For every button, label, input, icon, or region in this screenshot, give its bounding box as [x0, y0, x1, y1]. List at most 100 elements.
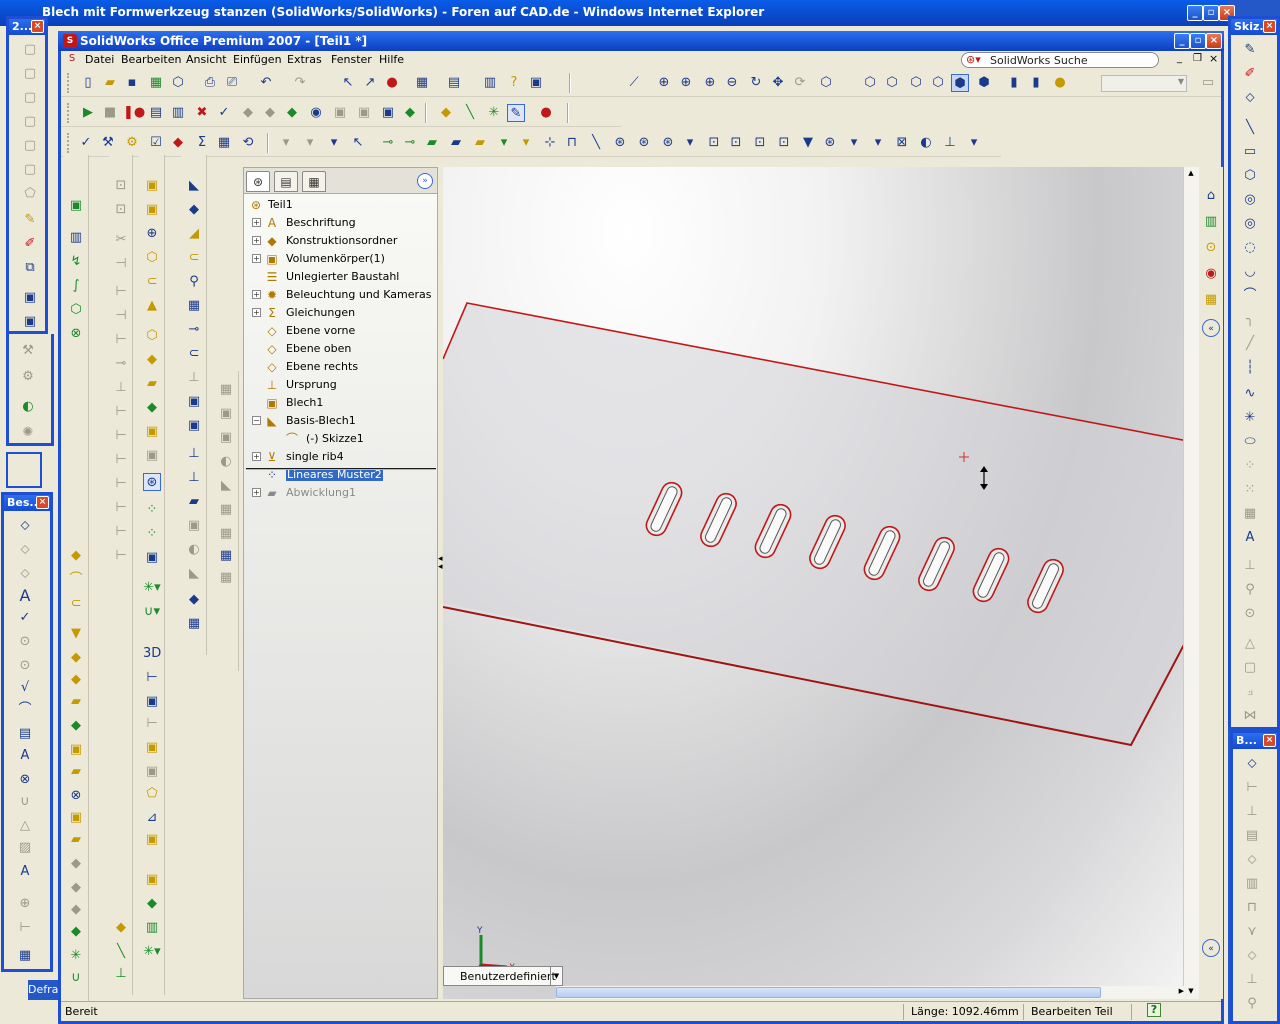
weldment-icon[interactable]: ⊥	[112, 965, 130, 983]
print-icon[interactable]: ⎙	[201, 74, 219, 92]
mold-tool-icon[interactable]: ▰	[67, 693, 85, 711]
feature-works-icon[interactable]: ◆	[169, 134, 187, 152]
sketch-relation-icon[interactable]: ◆	[437, 104, 455, 122]
sheetmetal-icon[interactable]: ◣	[185, 177, 203, 195]
sketch-edit-icon[interactable]: ✎	[21, 211, 39, 229]
revolve-icon[interactable]: ▢	[21, 65, 39, 83]
scroll-down-icon[interactable]: ▼	[1185, 987, 1197, 997]
feature-icon[interactable]: ▣	[143, 871, 161, 889]
3d-sketch-icon[interactable]: ✐	[1241, 65, 1259, 83]
horizontal-scrollbar[interactable]: ▶	[556, 986, 1186, 999]
feature-icon[interactable]: ▣	[143, 177, 161, 195]
properties-icon[interactable]: ▥	[481, 74, 499, 92]
trim-icon[interactable]: ⚲	[1241, 581, 1259, 599]
view-tab[interactable]: Benutzerdefiniert ▼	[443, 966, 563, 986]
mold-tool-icon[interactable]: ◆	[67, 717, 85, 735]
feature-icon[interactable]: 3D	[143, 645, 161, 663]
rotate-view-icon[interactable]: ↻	[747, 74, 765, 92]
weldment-icon[interactable]: ⊢	[112, 331, 130, 349]
sw-minimize-button[interactable]: _	[1174, 33, 1190, 49]
tool-icon[interactable]: ▦	[217, 501, 235, 519]
feature-icon[interactable]: ✳▾	[143, 579, 161, 597]
weldment-icon[interactable]: ⊡	[112, 201, 130, 219]
toolbox-icon[interactable]: ⚒	[99, 134, 117, 152]
sheetmetal-icon[interactable]: ⊥	[185, 469, 203, 487]
tool-icon[interactable]: ▣	[217, 429, 235, 447]
fillet-icon[interactable]: ▢	[21, 161, 39, 179]
make-drawing-icon[interactable]: ▦	[147, 74, 165, 92]
open-icon[interactable]: ▰	[101, 74, 119, 92]
collapse-pane-icon[interactable]: «	[1202, 319, 1220, 337]
loft-icon[interactable]: ▢	[21, 113, 39, 131]
chamfer-sketch-icon[interactable]: ╱	[1241, 335, 1259, 353]
feature-icon[interactable]: ⊿	[143, 809, 161, 827]
feature-icon[interactable]: ▥	[143, 919, 161, 937]
options-grid-icon[interactable]: ▦	[413, 74, 431, 92]
graphics-viewport[interactable]: Y X	[443, 167, 1183, 999]
weldment-icon[interactable]: ✂	[112, 231, 130, 249]
angle-dimension-icon[interactable]: ⋎	[1243, 923, 1261, 941]
feature-icon[interactable]: ▣	[143, 739, 161, 757]
sketch-icon[interactable]: ✎	[1241, 41, 1259, 59]
shell-icon[interactable]: ▢	[21, 137, 39, 155]
feature-icon[interactable]: ▲	[143, 297, 161, 315]
fillet-sketch-icon[interactable]: ╮	[1241, 311, 1259, 329]
gtol-icon[interactable]: ▤	[16, 725, 34, 743]
surface-icon[interactable]: ⊗	[67, 325, 85, 343]
centerpoint-arc-icon[interactable]: ◌	[1241, 239, 1259, 257]
sheetmetal-icon[interactable]: ▣	[185, 517, 203, 535]
sheetmetal-icon[interactable]: ▦	[185, 297, 203, 315]
zoom-select-icon[interactable]: ⊖	[723, 74, 741, 92]
compare-icon[interactable]: ▦	[215, 134, 233, 152]
mold-tool-icon[interactable]: ∪	[67, 969, 85, 987]
selection-filter-icon[interactable]: ⊡	[751, 134, 769, 152]
standard-views-icon[interactable]: ⬡	[817, 74, 835, 92]
ellipse-icon[interactable]: ⬭	[1241, 433, 1259, 451]
zoom-in-icon[interactable]: ⊕	[701, 74, 719, 92]
grid-icon[interactable]: ▦	[1241, 505, 1259, 523]
tool-icon[interactable]: ◐	[217, 453, 235, 471]
feature-icon[interactable]: ▣	[143, 763, 161, 781]
checkbox-icon[interactable]: ☑	[147, 134, 165, 152]
pattern-icon[interactable]: ⁘	[143, 525, 161, 543]
document-icon[interactable]: S	[65, 50, 79, 68]
surface-icon[interactable]: ∫	[67, 277, 85, 295]
selection-filter-icon[interactable]: ▰	[423, 134, 441, 152]
mold-tool-icon[interactable]: ◆	[67, 547, 85, 565]
close-icon[interactable]: ×	[36, 496, 49, 509]
menu-fenster[interactable]: Fenster	[331, 53, 372, 66]
scroll-up-icon[interactable]: ▲	[1185, 169, 1197, 179]
new-macro-icon[interactable]: ▤	[147, 104, 165, 122]
sheetmetal-icon[interactable]: ▣	[185, 417, 203, 435]
extend-icon[interactable]: ⊙	[1241, 605, 1259, 623]
expand-icon[interactable]: +	[252, 254, 261, 263]
feature-icon[interactable]: ▣	[143, 423, 161, 441]
explorer-icon[interactable]: ◉	[1202, 265, 1220, 283]
sheetmetal-icon[interactable]: ◣	[185, 565, 203, 583]
feature-icon[interactable]: ✳▾	[143, 943, 161, 961]
sheetmetal-icon[interactable]: ▣	[185, 393, 203, 411]
sheetmetal-icon[interactable]: ▦	[185, 615, 203, 633]
weldment-icon[interactable]: ⊢	[112, 523, 130, 541]
tab-feature-tree[interactable]: ⊛	[246, 171, 270, 192]
save-icon[interactable]: ▪	[123, 74, 141, 92]
feature-icon[interactable]: ⊂	[143, 273, 161, 291]
selection-filter-icon[interactable]: ⊛	[821, 134, 839, 152]
weldment-icon[interactable]: ⊣	[112, 255, 130, 273]
centerline-icon[interactable]: ┆	[1241, 359, 1259, 377]
roll-view-icon[interactable]: ⟳	[791, 74, 809, 92]
ie-maximize-button[interactable]: ▫	[1203, 5, 1219, 21]
chain-dimension-icon[interactable]: ▥	[1243, 875, 1261, 893]
feature-icon[interactable]: ▣	[143, 831, 161, 849]
cosmetic-thread-icon[interactable]: △	[16, 817, 34, 835]
chamfer-dimension-icon[interactable]: ⊓	[1243, 899, 1261, 917]
tool-icon[interactable]: ▦	[217, 381, 235, 399]
redo-icon[interactable]: ↷	[291, 74, 309, 92]
shaded-edges-icon[interactable]: ⬡	[929, 74, 947, 92]
extrude-icon[interactable]: ▢	[21, 41, 39, 59]
mold-tool-icon[interactable]: ⊂	[67, 595, 85, 613]
circle-icon[interactable]: ◎	[1241, 191, 1259, 209]
selection-filter-icon[interactable]: ⊥	[941, 134, 959, 152]
weldment-icon[interactable]: ╲	[112, 943, 130, 961]
selection-filter-icon[interactable]: ⊸	[379, 134, 397, 152]
